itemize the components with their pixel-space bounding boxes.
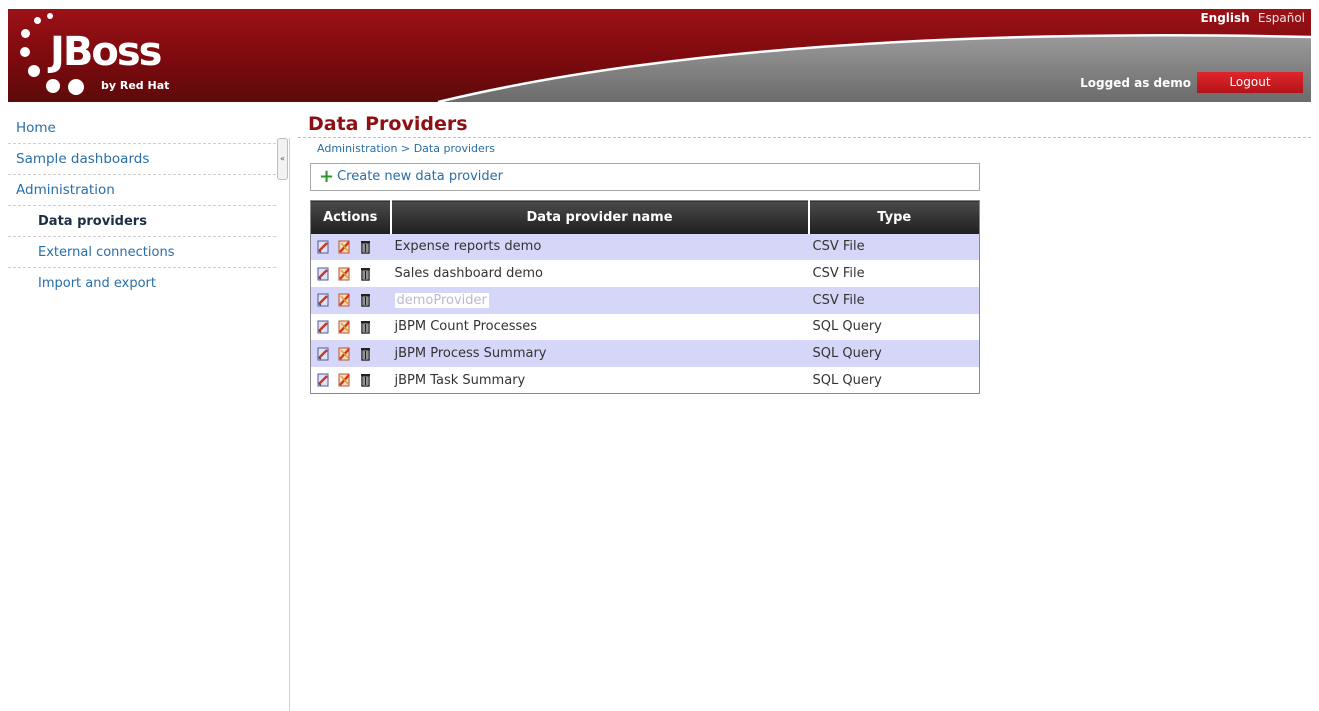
edit-icon[interactable]: [317, 320, 330, 334]
delete-icon[interactable]: [338, 267, 351, 281]
delete-icon[interactable]: [338, 293, 351, 307]
table-row[interactable]: jBPM Count Processes SQL Query: [310, 313, 980, 341]
provider-name-cell[interactable]: Expense reports demo: [390, 233, 809, 261]
create-provider-bar: + Create new data provider: [310, 163, 980, 191]
sidebar-item-external-connections[interactable]: External connections: [8, 237, 276, 268]
table-row[interactable]: Expense reports demo CSV File: [310, 233, 980, 261]
logout-button[interactable]: Logout: [1197, 72, 1303, 93]
provider-name-cell[interactable]: Sales dashboard demo: [390, 260, 809, 287]
logo-text: JBoss: [50, 29, 162, 75]
trash-icon[interactable]: [359, 320, 372, 334]
edit-icon[interactable]: [317, 240, 330, 254]
sidebar-nav: Home Sample dashboards Administration Da…: [8, 113, 276, 299]
breadcrumb[interactable]: Administration > Data providers: [317, 142, 495, 155]
trash-icon[interactable]: [359, 347, 372, 361]
edit-icon[interactable]: [317, 347, 330, 361]
provider-name: jBPM Process Summary: [394, 346, 547, 362]
table-row[interactable]: Sales dashboard demo CSV File: [310, 260, 980, 287]
row-actions: [310, 286, 391, 314]
create-data-provider-link[interactable]: + Create new data provider: [319, 166, 504, 187]
language-english[interactable]: English: [1200, 11, 1249, 25]
sidebar-item-data-providers[interactable]: Data providers: [8, 206, 276, 237]
provider-name: demoProvider: [394, 292, 489, 308]
edit-icon[interactable]: [317, 267, 330, 281]
delete-icon[interactable]: [338, 347, 351, 361]
edit-icon[interactable]: [317, 373, 330, 387]
provider-name: jBPM Task Summary: [394, 372, 526, 388]
trash-icon[interactable]: [359, 293, 372, 307]
row-actions: [310, 233, 391, 261]
provider-type-cell: CSV File: [808, 260, 980, 287]
language-switcher: English Español: [1196, 11, 1305, 25]
trash-icon[interactable]: [359, 373, 372, 387]
column-header-name: Data provider name: [390, 200, 810, 234]
row-actions: [310, 313, 391, 341]
delete-icon[interactable]: [338, 320, 351, 334]
provider-type-cell: SQL Query: [808, 340, 980, 367]
row-actions: [310, 340, 391, 367]
sidebar-item-home[interactable]: Home: [8, 113, 276, 144]
trash-icon[interactable]: [359, 267, 372, 281]
plus-icon: +: [319, 166, 335, 187]
language-espanol[interactable]: Español: [1258, 11, 1305, 25]
header-banner: JBoss by Red Hat English Español Logged …: [8, 9, 1311, 102]
column-header-type: Type: [808, 200, 980, 234]
provider-type-cell: SQL Query: [808, 313, 980, 341]
logged-user-label: Logged as demo: [1080, 76, 1191, 90]
provider-name: Expense reports demo: [394, 239, 542, 255]
sidebar-item-administration[interactable]: Administration: [8, 175, 276, 206]
provider-name-cell[interactable]: demoProvider: [390, 286, 809, 314]
table-row[interactable]: jBPM Task Summary SQL Query: [310, 366, 980, 394]
data-providers-table: Actions Data provider name Type Expense …: [310, 200, 980, 395]
logo-subtitle: by Red Hat: [101, 79, 170, 92]
sidebar-item-import-export[interactable]: Import and export: [8, 268, 276, 299]
table-row[interactable]: demoProvider CSV File: [310, 286, 980, 314]
delete-icon[interactable]: [338, 373, 351, 387]
table-row[interactable]: jBPM Process Summary SQL Query: [310, 340, 980, 367]
page-title: Data Providers: [308, 113, 468, 135]
provider-name-cell[interactable]: jBPM Count Processes: [390, 313, 809, 341]
create-data-provider-label: Create new data provider: [337, 169, 504, 184]
provider-type-cell: CSV File: [808, 286, 980, 314]
delete-icon[interactable]: [338, 240, 351, 254]
provider-type-cell: SQL Query: [808, 366, 980, 394]
row-actions: [310, 260, 391, 287]
provider-name-cell[interactable]: jBPM Task Summary: [390, 366, 809, 394]
provider-name: Sales dashboard demo: [394, 266, 544, 282]
jboss-logo[interactable]: JBoss by Red Hat: [18, 11, 188, 101]
sidebar-item-sample-dashboards[interactable]: Sample dashboards: [8, 144, 276, 175]
trash-icon[interactable]: [359, 240, 372, 254]
title-divider: [298, 137, 1311, 138]
provider-type-cell: CSV File: [808, 233, 980, 261]
sidebar-divider: [289, 138, 290, 711]
provider-name: jBPM Count Processes: [394, 319, 538, 335]
edit-icon[interactable]: [317, 293, 330, 307]
sidebar-collapse-handle[interactable]: «: [277, 138, 288, 180]
provider-name-cell[interactable]: jBPM Process Summary: [390, 340, 809, 367]
row-actions: [310, 366, 391, 394]
column-header-actions: Actions: [310, 200, 392, 234]
